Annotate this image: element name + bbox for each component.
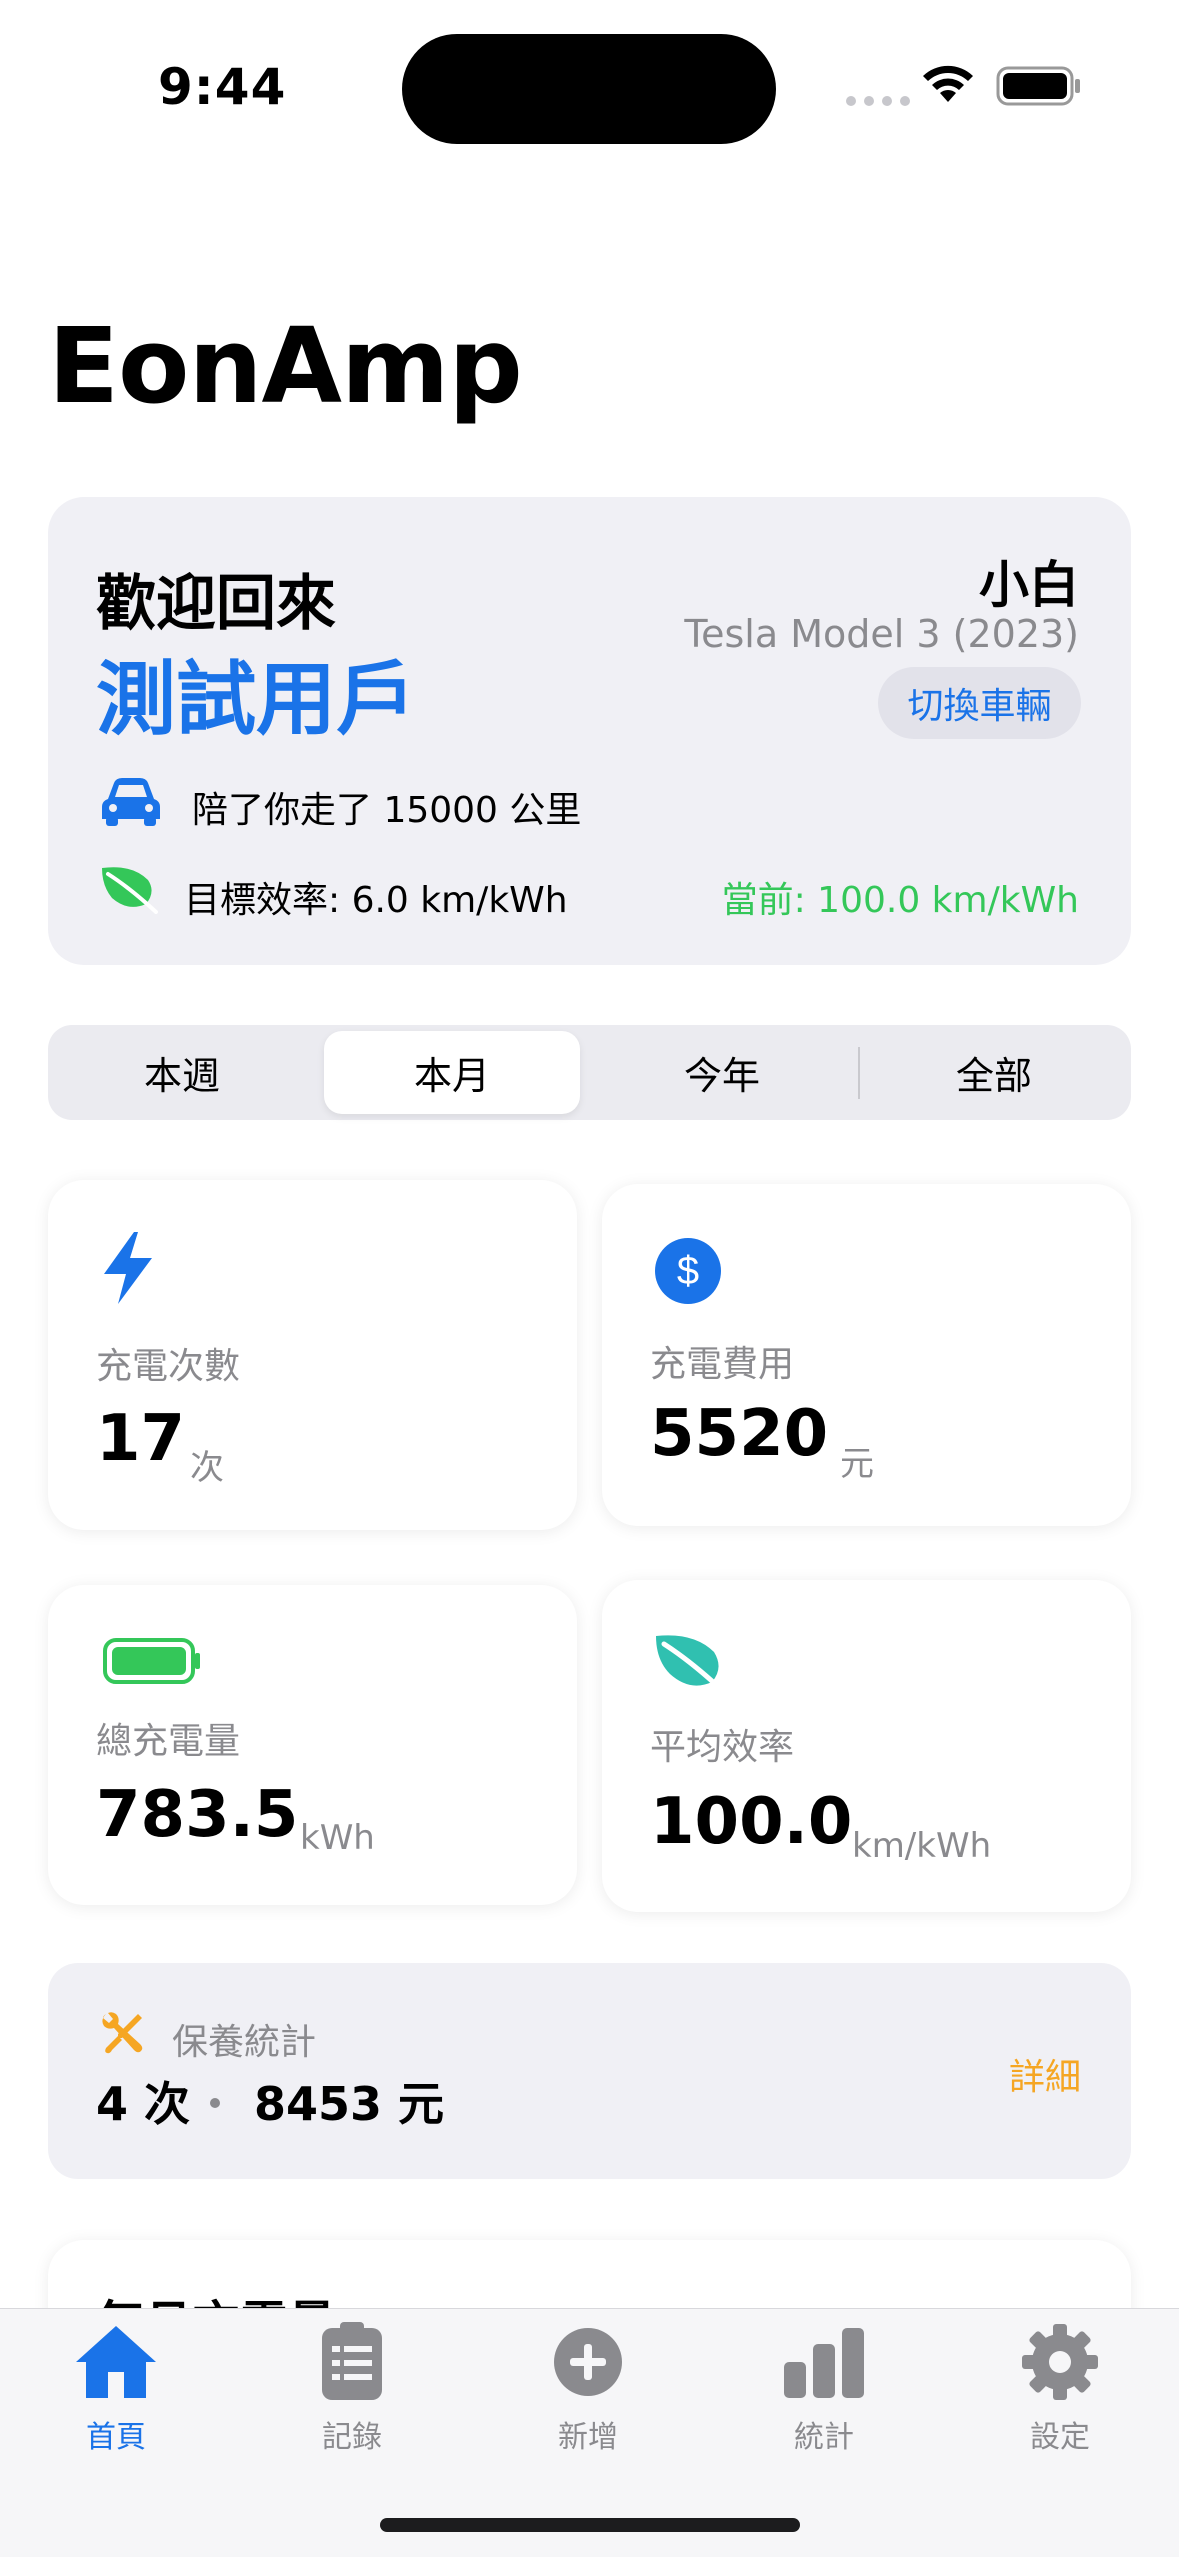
battery-icon [103,1638,200,1684]
avg-efficiency-label: 平均效率 [650,1727,795,1768]
battery-status-icon [996,66,1080,106]
leaf-icon [102,867,158,914]
maintenance-label: 保養統計 [172,2022,317,2063]
gear-icon [1022,2324,1098,2400]
charge-count-unit: 次 [190,1448,224,1488]
home-indicator[interactable] [380,2518,800,2532]
charge-count-label: 充電次數 [96,1346,241,1387]
status-time: 9:44 [158,58,287,116]
tab-home[interactable]: 首頁 [36,2322,196,2456]
avg-efficiency-value: 100.0 [650,1785,853,1859]
target-efficiency: 目標效率: 6.0 km/kWh [184,880,568,921]
welcome-label: 歡迎回來 [96,569,336,639]
tab-records-label: 記錄 [322,2420,382,2455]
tab-add-label: 新增 [558,2420,618,2455]
page-title: EonAmp [48,305,523,427]
tab-stats[interactable]: 統計 [744,2322,904,2456]
maintenance-cost: 8453 元 [254,2077,445,2131]
separator-dot [210,2098,220,2108]
distance-text: 陪了你走了 15000 公里 [192,790,582,831]
tab-add[interactable]: 新增 [508,2322,668,2456]
maintenance-count: 4 次 [96,2077,191,2131]
tab-home-label: 首頁 [86,2420,146,2455]
tab-settings[interactable]: 設定 [980,2322,1140,2456]
clipboard-icon [322,2322,382,2400]
segment-divider [858,1047,860,1099]
charge-cost-value: 5520 [650,1397,829,1471]
charge-cost-unit: 元 [840,1444,874,1484]
avg-efficiency-unit: km/kWh [852,1826,992,1866]
tab-records[interactable]: 記錄 [272,2322,432,2456]
period-tab-week[interactable]: 本週 [54,1031,310,1114]
house-icon [76,2326,156,2398]
total-energy-value: 783.5 [96,1778,299,1852]
dollar-icon: $ [655,1238,721,1304]
maintenance-card[interactable] [48,1963,1131,2179]
lightning-icon [104,1232,152,1304]
period-tab-year[interactable]: 今年 [594,1031,850,1114]
leaf-icon [656,1635,727,1694]
charge-cost-label: 充電費用 [650,1344,795,1385]
dynamic-island [402,34,776,144]
switch-vehicle-button[interactable]: 切換車輛 [878,667,1081,739]
current-efficiency: 當前: 100.0 km/kWh [721,880,1079,921]
maintenance-detail-link[interactable]: 詳細 [1009,2048,1081,2100]
total-energy-label: 總充電量 [96,1721,241,1762]
tab-stats-label: 統計 [794,2420,854,2455]
plus-circle-icon [554,2328,622,2396]
user-name: 測試用戶 [96,653,416,746]
period-segmented-control: 本週 本月 今年 全部 [48,1025,1131,1120]
car-model: Tesla Model 3 (2023) [684,612,1079,656]
cellular-signal-icon [846,96,910,106]
period-tab-all[interactable]: 全部 [866,1031,1122,1114]
charge-count-value: 17 [96,1402,186,1476]
car-icon [102,778,160,826]
car-nickname: 小白 [979,556,1079,614]
total-energy-unit: kWh [300,1818,375,1858]
period-tab-month[interactable]: 本月 [324,1031,580,1114]
svg-text:$: $ [677,1249,699,1293]
bar-chart-icon [784,2328,864,2398]
wrench-screwdriver-icon [102,2012,143,2054]
wifi-icon [923,65,973,102]
tab-settings-label: 設定 [1030,2420,1090,2455]
